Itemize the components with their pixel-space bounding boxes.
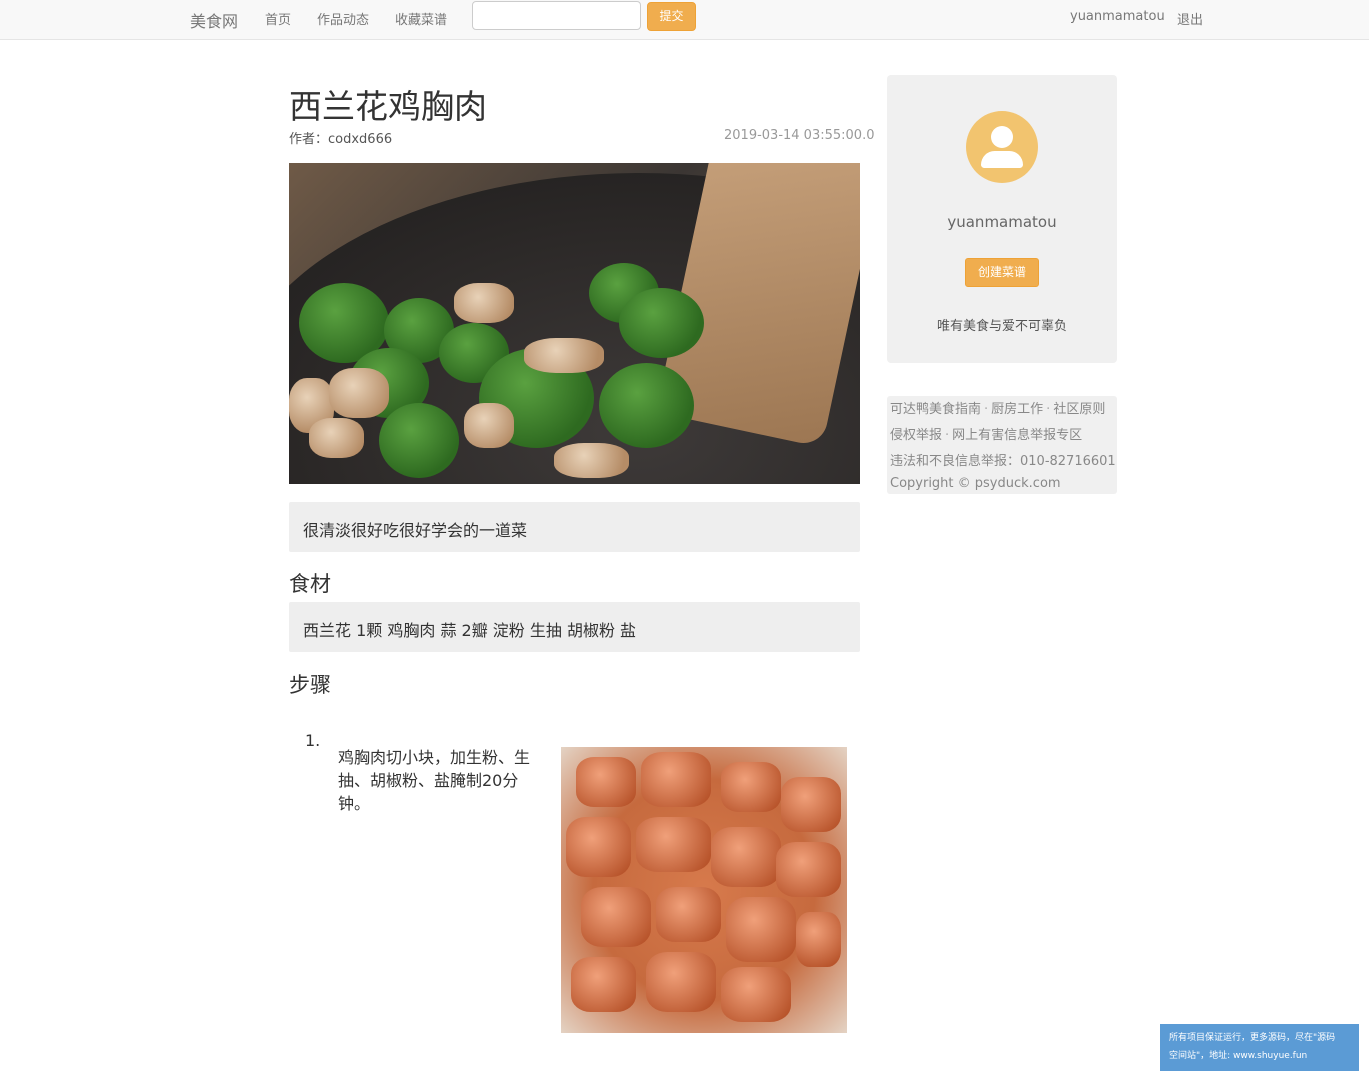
top-navbar: 美食网 首页 作品动态 收藏菜谱 提交 yuanmamatou 退出 [0, 0, 1369, 40]
nav-link-home[interactable]: 首页 [265, 9, 291, 28]
recipe-date: 2019-03-14 03:55:00.0 [724, 128, 875, 143]
step-text: 鸡胸肉切小块，加生粉、生抽、胡椒粉、盐腌制20分钟。 [338, 748, 531, 813]
recipe-description: 很清淡很好吃很好学会的一道菜 [289, 502, 860, 552]
footer-copyright: Copyright © psyduck.com [890, 476, 1061, 491]
banner-line-1: 所有项目保证运行，更多源码，尽在"源码 [1169, 1033, 1336, 1043]
brand-logo[interactable]: 美食网 [190, 8, 238, 32]
profile-username: yuanmamatou [947, 213, 1057, 231]
nav-link-feed[interactable]: 作品动态 [317, 9, 369, 28]
banner-line-2: 空间站"，地址: www.shuyue.fun [1169, 1051, 1308, 1061]
user-icon [966, 111, 1038, 183]
nav-link-favorites[interactable]: 收藏菜谱 [395, 9, 447, 28]
search-input[interactable] [472, 1, 641, 30]
recipe-hero-image [289, 163, 860, 484]
submit-button[interactable]: 提交 [647, 2, 696, 31]
footer-link-report[interactable]: 侵权举报 [890, 428, 942, 443]
footer-link-principles[interactable]: 社区原则 [1053, 402, 1105, 417]
ingredients-text: 西兰花 1颗 鸡胸肉 蒜 2瓣 淀粉 生抽 胡椒粉 盐 [303, 621, 637, 640]
recipe-title: 西兰花鸡胸肉 [289, 87, 487, 126]
steps-heading: 步骤 [289, 673, 331, 697]
footer-link-guide[interactable]: 可达鸭美食指南 [890, 402, 981, 417]
ingredients-panel: 西兰花 1颗 鸡胸肉 蒜 2瓣 淀粉 生抽 胡椒粉 盐 [289, 602, 860, 652]
logout-link[interactable]: 退出 [1177, 9, 1203, 28]
profile-card: yuanmamatou 创建菜谱 唯有美食与爱不可辜负 [887, 75, 1117, 363]
step-number: 1. [305, 731, 321, 750]
footer-links: 可达鸭美食指南 · 厨房工作 · 社区原则 侵权举报 · 网上有害信息举报专区 违法和不良信… [887, 396, 1117, 494]
step-image [561, 747, 847, 1033]
footer-hotline: 违法和不良信息举报：010-82716601 [890, 454, 1116, 469]
corner-banner: 所有项目保证运行，更多源码，尽在"源码 空间站"，地址: www.shuyue.… [1160, 1024, 1359, 1071]
nav-username[interactable]: yuanmamatou [1070, 9, 1165, 24]
footer-link-jobs[interactable]: 厨房工作 [991, 402, 1043, 417]
ingredients-heading: 食材 [289, 572, 331, 596]
recipe-author: 作者：codxd666 [289, 132, 393, 147]
description-text: 很清淡很好吃很好学会的一道菜 [303, 521, 528, 540]
profile-motto: 唯有美食与爱不可辜负 [936, 319, 1067, 334]
create-recipe-button[interactable]: 创建菜谱 [965, 258, 1039, 287]
footer-link-harmful-info[interactable]: 网上有害信息举报专区 [952, 428, 1082, 443]
